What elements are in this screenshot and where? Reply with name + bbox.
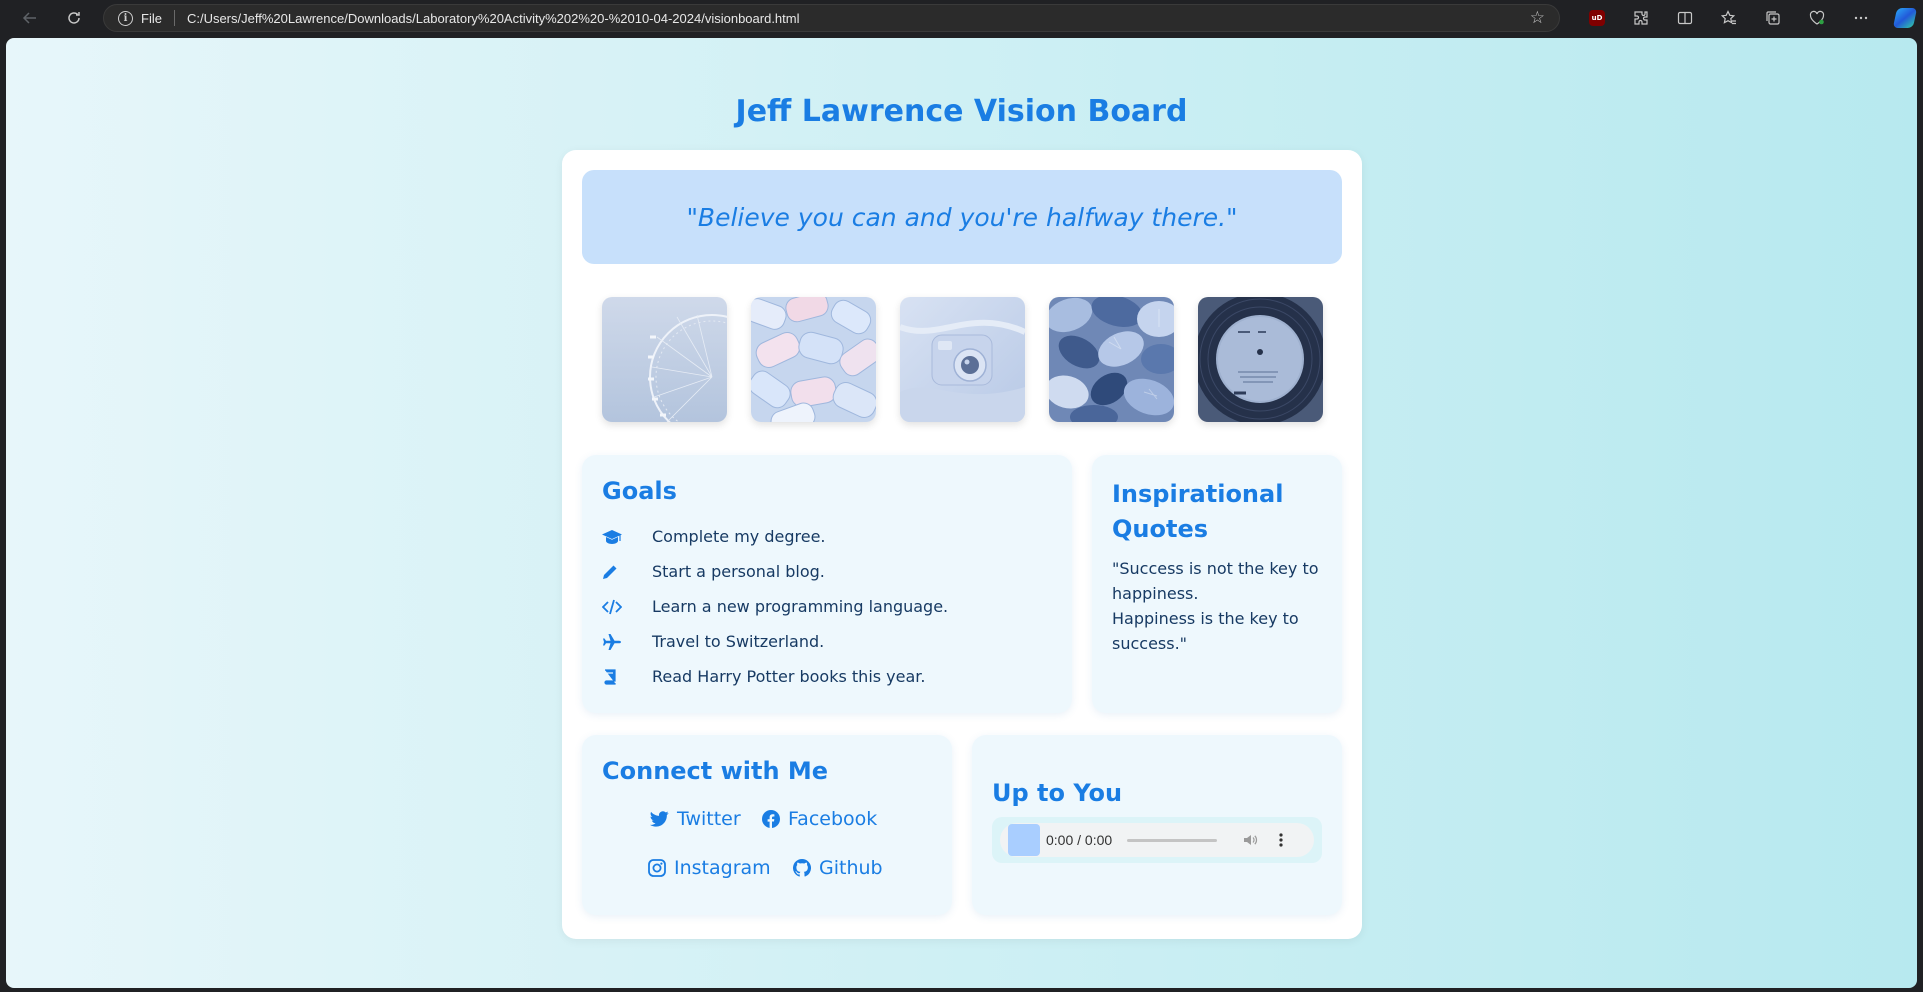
twitter-link[interactable]: Twitter: [650, 808, 741, 830]
audio-player: 0:00 / 0:00: [992, 817, 1322, 863]
goal-item: Learn a new programming language.: [602, 589, 948, 624]
back-icon[interactable]: [12, 3, 48, 33]
goals-panel: Goals Complete my degree. Start a person…: [582, 455, 1072, 713]
pencil-icon: [602, 564, 652, 580]
extensions-icon[interactable]: [1619, 0, 1663, 36]
plane-icon: [602, 633, 652, 650]
goal-text: Read Harry Potter books this year.: [652, 667, 926, 686]
book-icon: [602, 668, 652, 685]
goal-item: Read Harry Potter books this year.: [602, 659, 948, 694]
ublock-icon[interactable]: uD: [1575, 0, 1619, 36]
github-link[interactable]: Github: [793, 857, 883, 879]
audio-title: Up to You: [992, 779, 1123, 807]
vision-board: "Believe you can and you're halfway ther…: [562, 150, 1362, 939]
star-icon[interactable]: ☆: [1530, 8, 1545, 28]
audio-progress-slider[interactable]: [1127, 838, 1218, 842]
favorites-icon[interactable]: [1707, 0, 1751, 36]
info-icon[interactable]: i: [118, 10, 133, 26]
address-separator: [173, 10, 175, 26]
goal-text: Start a personal blog.: [652, 562, 825, 581]
goal-item: Travel to Switzerland.: [602, 624, 948, 659]
instant-camera-photo: [900, 297, 1025, 422]
reload-icon[interactable]: [56, 3, 92, 33]
address-bar[interactable]: i File C:/Users/Jeff%20Lawrence/Download…: [103, 4, 1560, 32]
more-menu-icon[interactable]: [1839, 0, 1883, 36]
file-label: File: [141, 10, 162, 26]
github-label: Github: [819, 857, 883, 879]
marshmallows-photo: [751, 297, 876, 422]
instagram-icon: [648, 859, 666, 877]
audio-controls: 0:00 / 0:00: [1000, 823, 1314, 857]
volume-icon[interactable]: [1242, 832, 1258, 848]
connect-panel: Connect with Me Twitter Facebook Instagr…: [582, 735, 952, 915]
goal-text: Learn a new programming language.: [652, 597, 949, 616]
goal-text: Complete my degree.: [652, 527, 826, 546]
goals-list: Complete my degree. Start a personal blo…: [602, 519, 948, 694]
quote-text: "Success is not the key to happiness. Ha…: [1112, 556, 1327, 656]
quotes-title: Inspirational Quotes: [1112, 480, 1284, 543]
play-button[interactable]: [1008, 824, 1040, 856]
browser-toolbar: i File C:/Users/Jeff%20Lawrence/Download…: [0, 0, 1923, 36]
more-options-icon[interactable]: [1278, 832, 1284, 848]
goal-text: Travel to Switzerland.: [652, 632, 825, 651]
split-screen-icon[interactable]: [1663, 0, 1707, 36]
quote-line-2: Happiness is the key to success.": [1112, 609, 1299, 653]
connect-title: Connect with Me: [602, 757, 829, 785]
twitter-label: Twitter: [677, 808, 741, 830]
up-to-you-panel: Up to You 0:00 / 0:00: [972, 735, 1342, 915]
code-icon: [602, 599, 652, 615]
vinyl-record-photo: [1198, 297, 1323, 422]
photo-gallery: [602, 297, 1323, 422]
quote-banner: "Believe you can and you're halfway ther…: [582, 170, 1342, 264]
collections-icon[interactable]: [1751, 0, 1795, 36]
page-title: Jeff Lawrence Vision Board: [735, 94, 1188, 129]
facebook-label: Facebook: [788, 808, 878, 830]
page-viewport: Jeff Lawrence Vision Board "Believe you …: [6, 38, 1917, 988]
url-text[interactable]: C:/Users/Jeff%20Lawrence/Downloads/Labor…: [187, 11, 800, 26]
goal-item: Start a personal blog.: [602, 554, 948, 589]
audio-time: 0:00 / 0:00: [1046, 832, 1113, 848]
seashells-photo: [1049, 297, 1174, 422]
instagram-label: Instagram: [674, 857, 771, 879]
quote-line-1: "Success is not the key to happiness.: [1112, 559, 1319, 603]
extensions-toolbar: uD: [1575, 0, 1923, 36]
github-icon: [793, 859, 811, 877]
graduation-cap-icon: [602, 529, 652, 545]
instagram-link[interactable]: Instagram: [648, 857, 771, 879]
facebook-link[interactable]: Facebook: [762, 808, 877, 830]
inspirational-quotes-panel: Inspirational Quotes "Success is not the…: [1092, 455, 1342, 713]
goals-title: Goals: [602, 477, 677, 505]
goal-item: Complete my degree.: [602, 519, 948, 554]
copilot-icon[interactable]: [1883, 0, 1923, 36]
facebook-icon: [762, 810, 780, 828]
ferris-wheel-photo: [602, 297, 727, 422]
browser-essentials-icon[interactable]: [1795, 0, 1839, 36]
twitter-icon: [650, 811, 669, 827]
